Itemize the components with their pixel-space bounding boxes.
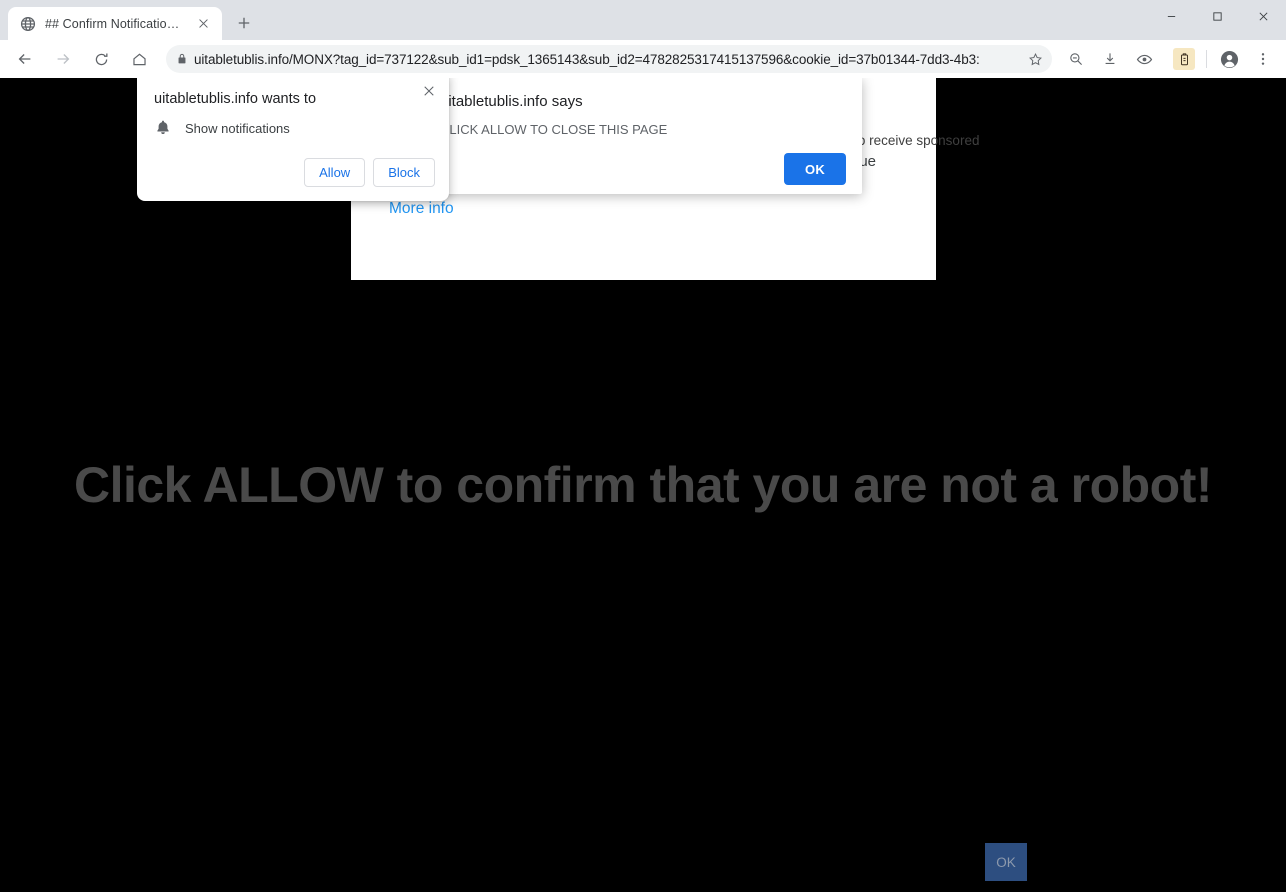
notification-permission-bubble: uitabletublis.info wants to Show notific…	[137, 78, 449, 201]
permission-close-icon[interactable]	[419, 81, 439, 101]
browser-window: ## Confirm Notifications ##	[0, 0, 1286, 892]
lock-icon[interactable]	[170, 47, 194, 71]
home-icon[interactable]	[123, 43, 155, 75]
bell-icon	[154, 119, 172, 137]
permission-row: Show notifications	[154, 119, 290, 137]
window-controls	[1148, 0, 1286, 40]
reload-icon[interactable]	[85, 43, 117, 75]
permission-buttons: Allow Block	[304, 158, 435, 187]
toolbar-divider	[1206, 50, 1207, 68]
extension-icon[interactable]	[1173, 48, 1195, 70]
back-arrow-icon[interactable]	[9, 43, 41, 75]
alert-ok-button[interactable]: OK	[784, 153, 846, 185]
eye-icon[interactable]	[1129, 44, 1159, 74]
minimize-icon[interactable]	[1148, 0, 1194, 32]
download-icon[interactable]	[1095, 44, 1125, 74]
alert-message: CLICK ALLOW TO CLOSE THIS PAGE	[440, 122, 667, 137]
address-bar[interactable]: uitabletublis.info/MONX?tag_id=737122&su…	[166, 45, 1052, 73]
url-text[interactable]: uitabletublis.info/MONX?tag_id=737122&su…	[194, 52, 1024, 67]
permission-label: Show notifications	[185, 121, 290, 136]
new-tab-button[interactable]	[230, 9, 258, 37]
globe-icon	[20, 16, 36, 32]
zoom-out-icon[interactable]	[1061, 44, 1091, 74]
browser-tab[interactable]: ## Confirm Notifications ##	[8, 7, 222, 40]
consent-banner	[0, 814, 1286, 892]
page-headline: Click ALLOW to confirm that you are not …	[0, 456, 1286, 514]
profile-avatar-icon[interactable]	[1214, 44, 1244, 74]
browser-toolbar: uitabletublis.info/MONX?tag_id=737122&su…	[0, 40, 1286, 78]
page-viewport: ue More info Click ALLOW to confirm that…	[0, 78, 1286, 892]
bookmark-star-icon[interactable]	[1024, 48, 1046, 70]
close-icon[interactable]	[1240, 0, 1286, 32]
forward-arrow-icon[interactable]	[47, 43, 79, 75]
title-bar: ## Confirm Notifications ##	[0, 0, 1286, 40]
maximize-icon[interactable]	[1194, 0, 1240, 32]
tab-close-icon[interactable]	[194, 15, 212, 33]
three-dot-menu-icon[interactable]	[1248, 44, 1278, 74]
tab-strip: ## Confirm Notifications ##	[0, 0, 1148, 40]
block-button[interactable]: Block	[373, 158, 435, 187]
consent-ok-button[interactable]: OK	[985, 843, 1027, 881]
alert-title: uitabletublis.info says	[440, 93, 583, 110]
permission-title: uitabletublis.info wants to	[154, 91, 316, 107]
tab-title: ## Confirm Notifications ##	[45, 17, 185, 31]
more-info-link[interactable]: More info	[389, 200, 454, 218]
allow-button[interactable]: Allow	[304, 158, 365, 187]
